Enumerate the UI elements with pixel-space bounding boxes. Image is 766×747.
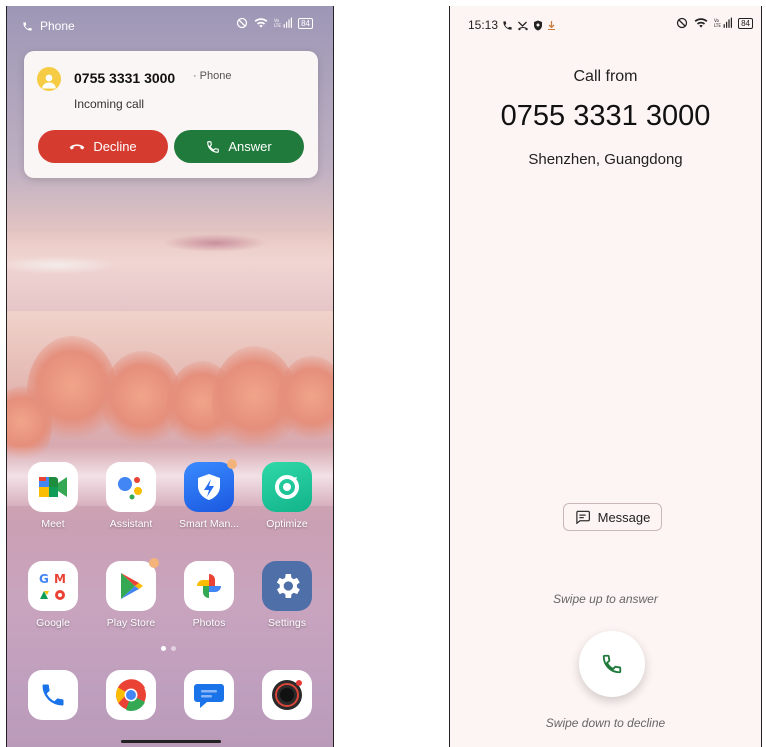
messages-icon bbox=[184, 670, 234, 720]
decline-label: Decline bbox=[93, 139, 137, 154]
answer-label: Answer bbox=[228, 139, 272, 154]
smart-manager-shield-icon bbox=[184, 459, 237, 512]
status-bar: Phone Vo LTE 84 bbox=[7, 6, 333, 46]
wallpaper-shore bbox=[7, 256, 117, 274]
app-label: Assistant bbox=[109, 518, 153, 530]
wallpaper-tree bbox=[102, 351, 182, 451]
battery-icon: 84 bbox=[298, 17, 313, 29]
shield-icon bbox=[534, 20, 543, 30]
dock-camera[interactable] bbox=[250, 670, 324, 720]
notification-subtitle: Incoming call bbox=[74, 97, 145, 111]
play-store-icon bbox=[106, 558, 159, 611]
download-icon bbox=[548, 20, 556, 30]
incoming-call-screen: 15:13 Vo LTE 84 Call from 0755 3331 3000 … bbox=[449, 6, 762, 747]
hang-up-icon bbox=[69, 143, 85, 149]
camera-icon bbox=[262, 670, 312, 720]
wallpaper-tree bbox=[27, 336, 117, 446]
missed-call-icon bbox=[518, 21, 529, 30]
app-smart-manager[interactable]: Smart Man... bbox=[172, 459, 246, 530]
notification-badge bbox=[227, 459, 237, 469]
app-label: Play Store bbox=[106, 617, 156, 629]
svg-text:LTE: LTE bbox=[714, 23, 721, 28]
do-not-disturb-icon bbox=[676, 17, 688, 29]
caller-number: 0755 3331 3000 bbox=[500, 100, 711, 132]
app-label: Google bbox=[36, 617, 70, 629]
app-optimize[interactable]: Optimize bbox=[250, 462, 324, 530]
phone-call-icon bbox=[23, 21, 32, 31]
wallpaper-tree bbox=[167, 361, 237, 451]
optimize-icon bbox=[262, 462, 312, 512]
phone-icon bbox=[28, 670, 78, 720]
phone-icon bbox=[602, 654, 622, 674]
svg-text:Vo: Vo bbox=[274, 18, 280, 23]
call-from-label: Call from bbox=[573, 68, 638, 85]
svg-text:G: G bbox=[39, 572, 49, 586]
app-label: Smart Man... bbox=[178, 518, 240, 530]
incoming-call-notification[interactable]: 0755 3331 3000 · Phone Incoming call Dec… bbox=[24, 51, 318, 178]
settings-gear-icon bbox=[262, 561, 312, 611]
app-google-folder[interactable]: G M Google bbox=[16, 561, 90, 629]
app-assistant[interactable]: Assistant bbox=[94, 462, 168, 530]
decline-button[interactable]: Decline bbox=[38, 130, 168, 163]
dock-chrome[interactable] bbox=[94, 670, 168, 720]
dock-messages[interactable] bbox=[172, 670, 246, 720]
status-app-label: Phone bbox=[40, 19, 75, 33]
google-assistant-icon bbox=[106, 462, 156, 512]
wallpaper-tree bbox=[212, 346, 297, 456]
wifi-icon bbox=[254, 18, 268, 28]
google-folder-icon: G M bbox=[28, 561, 78, 611]
app-label: Meet bbox=[41, 518, 65, 530]
swipe-down-hint: Swipe down to decline bbox=[545, 716, 666, 730]
person-icon bbox=[42, 74, 56, 89]
signal-icon: VoLTE bbox=[714, 17, 733, 28]
answer-swipe-button[interactable] bbox=[579, 631, 645, 697]
svg-text:Vo: Vo bbox=[714, 18, 720, 23]
phone-icon bbox=[207, 140, 220, 153]
message-icon bbox=[575, 510, 590, 524]
avatar bbox=[37, 67, 61, 91]
answer-button[interactable]: Answer bbox=[174, 130, 304, 163]
google-photos-icon bbox=[184, 561, 234, 611]
app-play-store[interactable]: Play Store bbox=[94, 558, 168, 629]
status-bar: 15:13 Vo LTE 84 bbox=[450, 6, 761, 42]
battery-icon: 84 bbox=[738, 17, 753, 29]
google-meet-icon bbox=[28, 462, 78, 512]
status-time: 15:13 bbox=[468, 18, 499, 32]
phone-call-icon bbox=[503, 20, 512, 30]
app-meet[interactable]: Meet bbox=[16, 462, 90, 530]
wallpaper-island bbox=[163, 234, 267, 252]
chrome-icon bbox=[106, 670, 156, 720]
caller-location: Shenzhen, Guangdong bbox=[528, 151, 683, 168]
app-label: Settings bbox=[268, 617, 306, 629]
wallpaper-lake bbox=[7, 231, 333, 311]
dock-phone[interactable] bbox=[16, 670, 90, 720]
app-label: Optimize bbox=[266, 518, 308, 530]
svg-text:LTE: LTE bbox=[274, 23, 281, 28]
wifi-icon bbox=[694, 18, 708, 28]
battery-level: 84 bbox=[301, 18, 310, 28]
app-photos[interactable]: Photos bbox=[172, 561, 246, 629]
app-settings[interactable]: Settings bbox=[250, 561, 324, 629]
home-gesture-bar[interactable] bbox=[121, 740, 221, 743]
message-button[interactable]: Message bbox=[563, 503, 662, 531]
notification-badge bbox=[149, 558, 159, 568]
swipe-up-hint: Swipe up to answer bbox=[553, 592, 658, 606]
signal-icon: VoLTE bbox=[274, 17, 293, 28]
battery-level: 84 bbox=[741, 18, 750, 28]
wallpaper-tree bbox=[7, 386, 52, 466]
home-screen: Phone Vo LTE 84 0755 3331 3000 · Phone In… bbox=[6, 6, 334, 747]
message-label: Message bbox=[597, 509, 651, 525]
svg-text:M: M bbox=[54, 572, 66, 586]
page-indicator bbox=[161, 646, 176, 651]
do-not-disturb-icon bbox=[236, 17, 248, 29]
app-label: Photos bbox=[192, 617, 226, 629]
notification-app: · Phone bbox=[192, 70, 232, 82]
wallpaper-tree bbox=[277, 356, 333, 446]
caller-number: 0755 3331 3000 · Phone bbox=[74, 70, 231, 86]
